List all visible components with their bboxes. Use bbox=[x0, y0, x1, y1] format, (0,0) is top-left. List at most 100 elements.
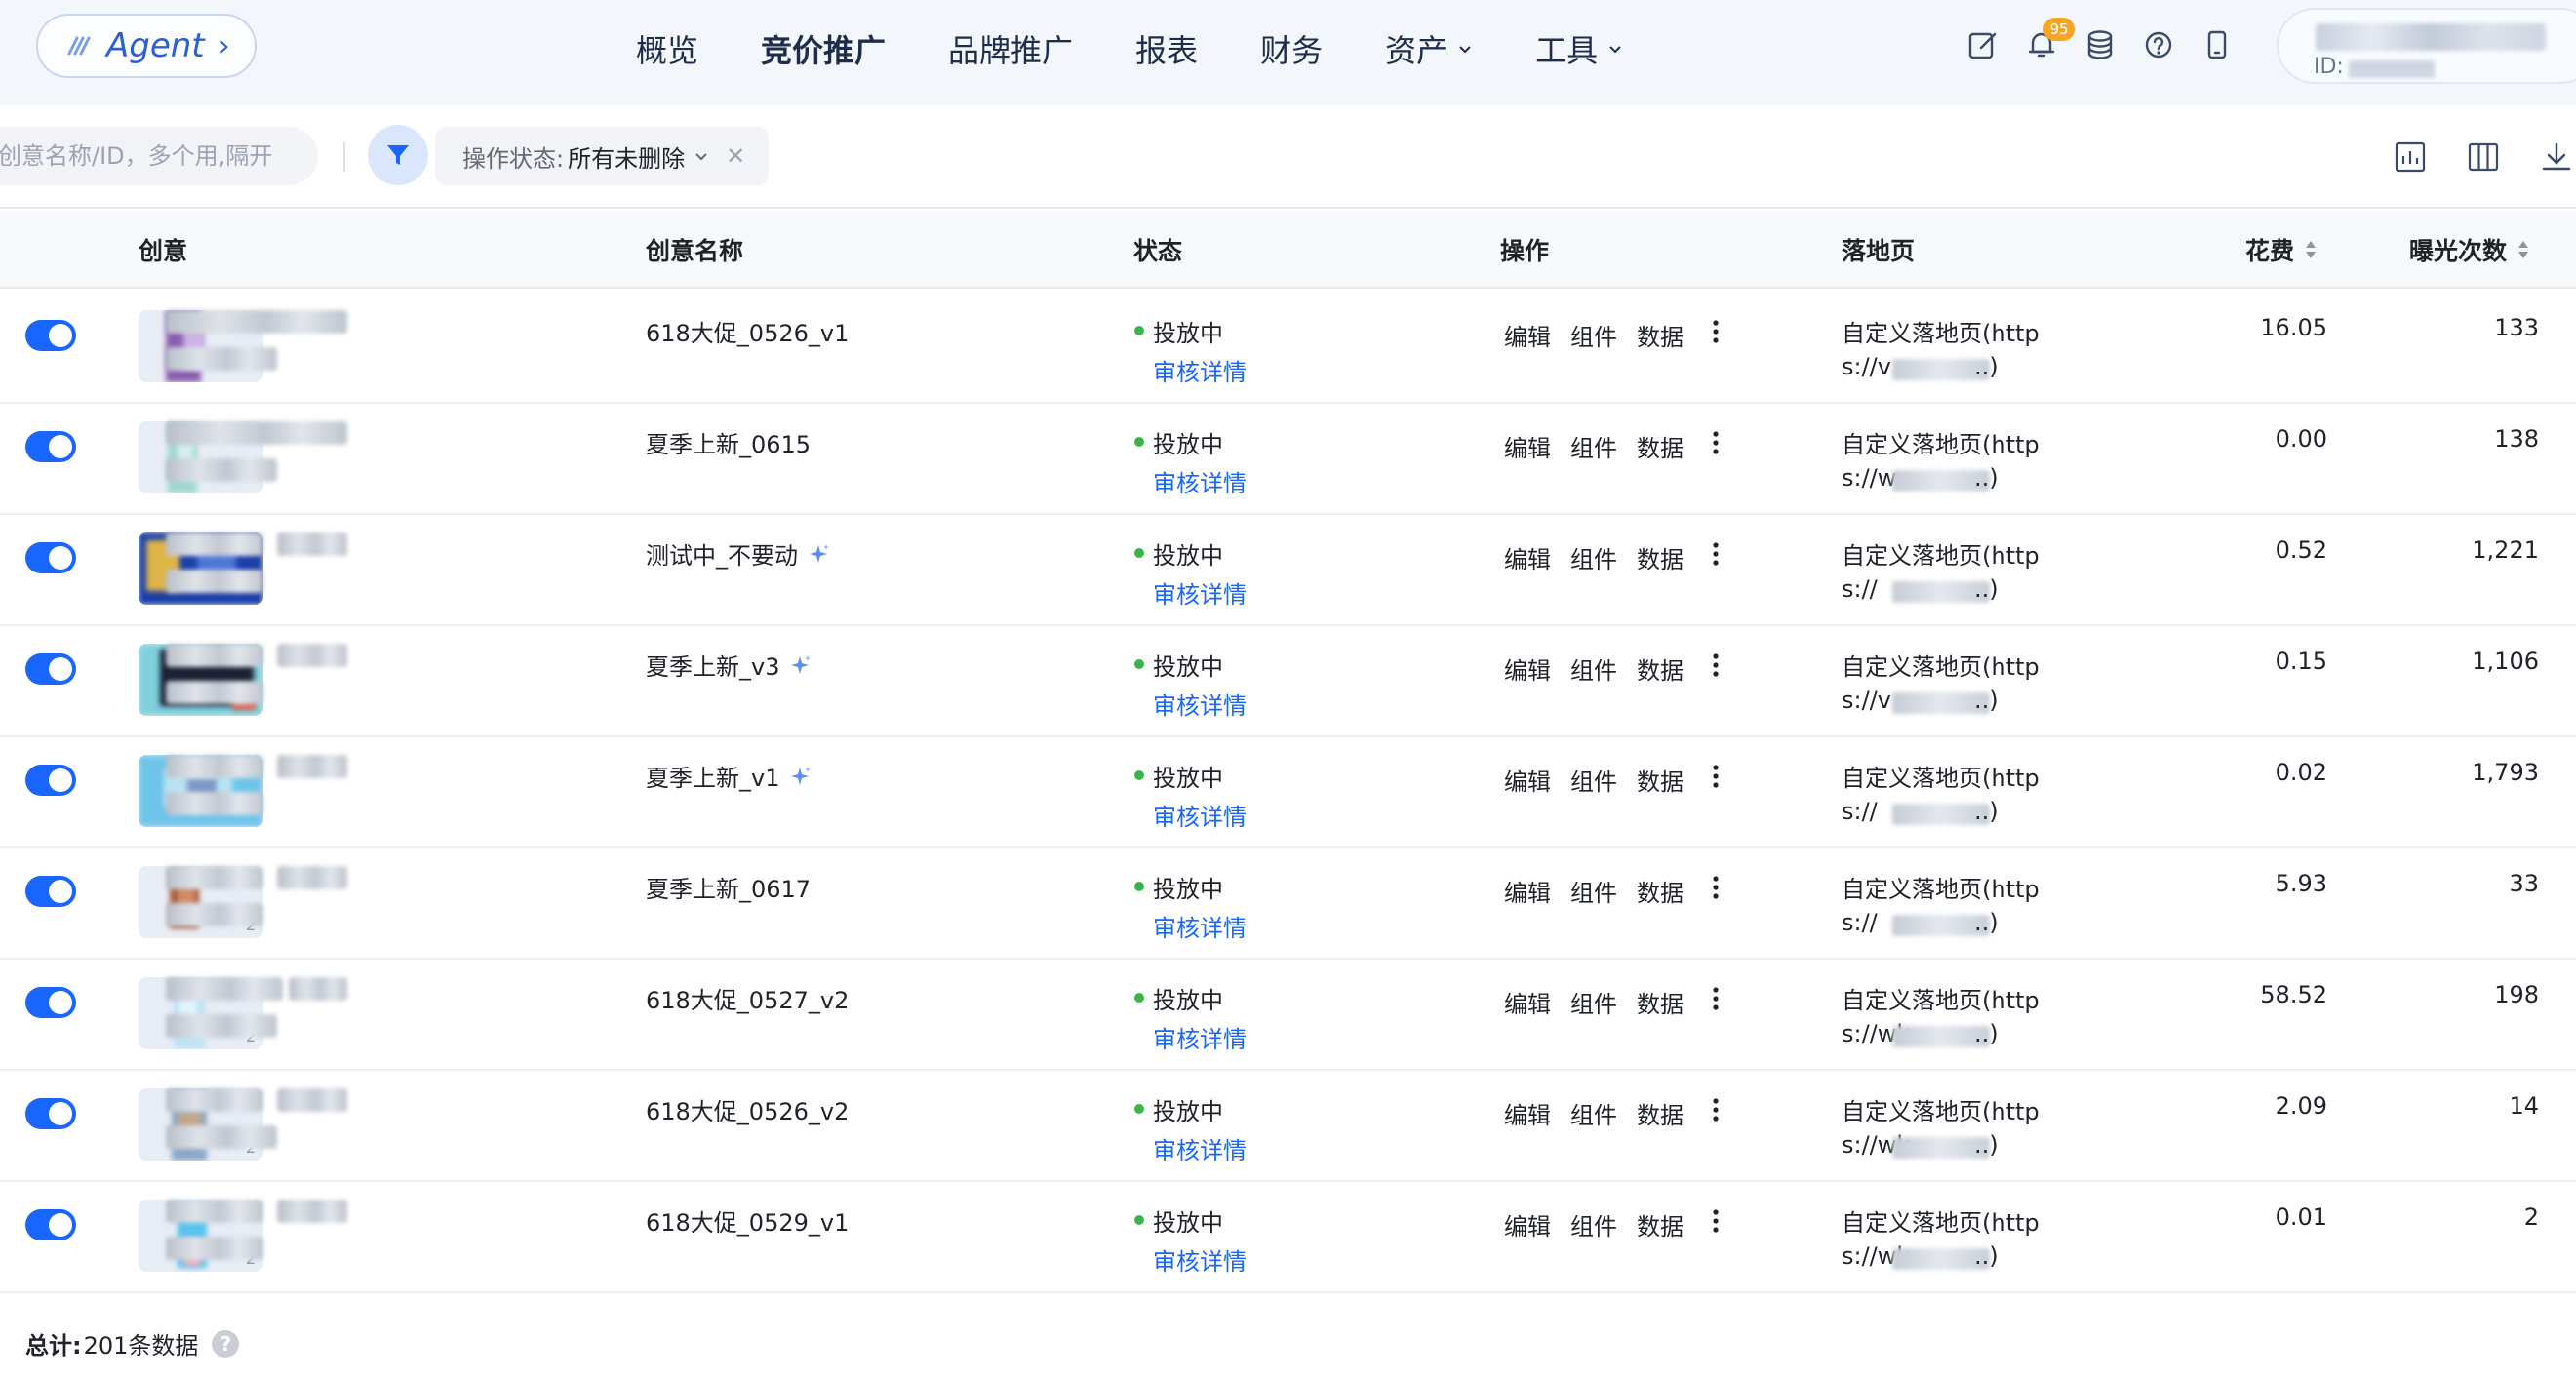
landing-page-url-prefix[interactable]: s://v bbox=[1842, 687, 1891, 714]
status-text: 投放中 bbox=[1153, 1209, 1223, 1237]
edit-link[interactable]: 编辑 bbox=[1504, 651, 1551, 686]
enable-toggle[interactable] bbox=[25, 987, 76, 1018]
nav-item[interactable]: 财务 bbox=[1260, 26, 1323, 71]
landing-page-line1[interactable]: 自定义落地页(http bbox=[1842, 759, 2040, 793]
more-vertical-icon[interactable] bbox=[1709, 983, 1723, 1014]
more-vertical-icon[interactable] bbox=[1709, 1094, 1723, 1125]
more-vertical-icon[interactable] bbox=[1709, 872, 1723, 903]
enable-toggle[interactable] bbox=[25, 653, 76, 685]
cost-value: 0.52 bbox=[2275, 536, 2327, 564]
col-cost[interactable]: 花费 bbox=[2245, 232, 2318, 267]
landing-page-line1[interactable]: 自定义落地页(http bbox=[1842, 314, 2040, 348]
creative-name: 夏季上新_v1 bbox=[646, 759, 812, 793]
notification-button[interactable]: 95 bbox=[2024, 18, 2075, 62]
search-input[interactable] bbox=[0, 127, 318, 185]
review-details-link[interactable]: 审核详情 bbox=[1153, 798, 1247, 832]
mobile-icon[interactable] bbox=[2200, 27, 2235, 62]
data-link[interactable]: 数据 bbox=[1637, 318, 1684, 352]
edit-icon[interactable] bbox=[1965, 27, 2001, 62]
review-details-link[interactable]: 审核详情 bbox=[1153, 464, 1247, 498]
total-label: 总计: bbox=[25, 1332, 82, 1359]
component-link[interactable]: 组件 bbox=[1570, 1096, 1617, 1130]
agent-button[interactable]: Agent › bbox=[36, 14, 257, 78]
component-link[interactable]: 组件 bbox=[1570, 763, 1617, 797]
landing-page-line1[interactable]: 自定义落地页(http bbox=[1842, 648, 2040, 682]
creative-title-blurred bbox=[166, 681, 263, 704]
database-icon[interactable] bbox=[2082, 27, 2118, 62]
enable-toggle[interactable] bbox=[25, 876, 76, 907]
filter-button[interactable] bbox=[368, 125, 428, 185]
edit-link[interactable]: 编辑 bbox=[1504, 1207, 1551, 1241]
edit-link[interactable]: 编辑 bbox=[1504, 318, 1551, 352]
review-details-link[interactable]: 审核详情 bbox=[1153, 1242, 1247, 1277]
nav-item[interactable]: 品牌推广 bbox=[948, 26, 1073, 71]
landing-page-line1[interactable]: 自定义落地页(http bbox=[1842, 1092, 2040, 1126]
review-details-link[interactable]: 审核详情 bbox=[1153, 353, 1247, 387]
component-link[interactable]: 组件 bbox=[1570, 874, 1617, 908]
component-link[interactable]: 组件 bbox=[1570, 651, 1617, 686]
more-vertical-icon[interactable] bbox=[1709, 761, 1723, 792]
review-details-link[interactable]: 审核详情 bbox=[1153, 1131, 1247, 1165]
landing-page-line1[interactable]: 自定义落地页(http bbox=[1842, 536, 2040, 571]
landing-page-line1[interactable]: 自定义落地页(http bbox=[1842, 981, 2040, 1015]
nav-item[interactable]: 工具 bbox=[1535, 26, 1623, 71]
edit-link[interactable]: 编辑 bbox=[1504, 1096, 1551, 1130]
nav-item[interactable]: 报表 bbox=[1135, 26, 1198, 71]
download-icon[interactable] bbox=[2540, 140, 2573, 174]
review-details-link[interactable]: 审核详情 bbox=[1153, 687, 1247, 721]
landing-page-url-prefix[interactable]: s://w bbox=[1842, 464, 1896, 492]
nav-item[interactable]: 竞价推广 bbox=[761, 26, 886, 71]
enable-toggle[interactable] bbox=[25, 431, 76, 462]
edit-link[interactable]: 编辑 bbox=[1504, 540, 1551, 574]
col-status: 状态 bbox=[1133, 237, 1183, 265]
data-link[interactable]: 数据 bbox=[1637, 1207, 1684, 1241]
component-link[interactable]: 组件 bbox=[1570, 429, 1617, 463]
landing-page-line1[interactable]: 自定义落地页(http bbox=[1842, 425, 2040, 459]
landing-page-line1[interactable]: 自定义落地页(http bbox=[1842, 1203, 2040, 1238]
review-details-link[interactable]: 审核详情 bbox=[1153, 1020, 1247, 1054]
help-icon[interactable]: ? bbox=[212, 1329, 240, 1358]
landing-page-url-prefix[interactable]: s:// bbox=[1842, 575, 1878, 603]
review-details-link[interactable]: 审核详情 bbox=[1153, 909, 1247, 943]
col-impressions[interactable]: 曝光次数 bbox=[2409, 232, 2530, 267]
component-link[interactable]: 组件 bbox=[1570, 318, 1617, 352]
review-details-link[interactable]: 审核详情 bbox=[1153, 575, 1247, 610]
nav-item[interactable]: 资产 bbox=[1385, 26, 1473, 71]
more-vertical-icon[interactable] bbox=[1709, 650, 1723, 681]
edit-link[interactable]: 编辑 bbox=[1504, 985, 1551, 1019]
data-link[interactable]: 数据 bbox=[1637, 651, 1684, 686]
status-filter-chip[interactable]: 操作状态: 所有未删除 ✕ bbox=[435, 127, 770, 185]
columns-icon[interactable] bbox=[2467, 140, 2500, 174]
enable-toggle[interactable] bbox=[25, 765, 76, 796]
edit-link[interactable]: 编辑 bbox=[1504, 874, 1551, 908]
data-link[interactable]: 数据 bbox=[1637, 1096, 1684, 1130]
close-icon[interactable]: ✕ bbox=[726, 142, 745, 170]
creative-name: 618大促_0526_v2 bbox=[646, 1092, 849, 1126]
more-vertical-icon[interactable] bbox=[1709, 316, 1723, 347]
enable-toggle[interactable] bbox=[25, 1098, 76, 1129]
data-link[interactable]: 数据 bbox=[1637, 985, 1684, 1019]
more-vertical-icon[interactable] bbox=[1709, 427, 1723, 458]
component-link[interactable]: 组件 bbox=[1570, 540, 1617, 574]
component-link[interactable]: 组件 bbox=[1570, 1207, 1617, 1241]
data-link[interactable]: 数据 bbox=[1637, 429, 1684, 463]
data-link[interactable]: 数据 bbox=[1637, 874, 1684, 908]
help-icon[interactable] bbox=[2141, 27, 2176, 62]
data-link[interactable]: 数据 bbox=[1637, 763, 1684, 797]
edit-link[interactable]: 编辑 bbox=[1504, 763, 1551, 797]
nav-item[interactable]: 概览 bbox=[636, 26, 698, 71]
landing-page-url-prefix[interactable]: s:// bbox=[1842, 798, 1878, 825]
edit-link[interactable]: 编辑 bbox=[1504, 429, 1551, 463]
landing-page-line1[interactable]: 自定义落地页(http bbox=[1842, 870, 2040, 904]
chart-icon[interactable] bbox=[2394, 140, 2427, 174]
enable-toggle[interactable] bbox=[25, 320, 76, 351]
more-vertical-icon[interactable] bbox=[1709, 1205, 1723, 1237]
component-link[interactable]: 组件 bbox=[1570, 985, 1617, 1019]
landing-page-url-prefix[interactable]: s://v bbox=[1842, 353, 1891, 380]
data-link[interactable]: 数据 bbox=[1637, 540, 1684, 574]
account-switcher[interactable]: ID: bbox=[2277, 8, 2576, 84]
enable-toggle[interactable] bbox=[25, 542, 76, 573]
landing-page-url-prefix[interactable]: s:// bbox=[1842, 909, 1878, 936]
enable-toggle[interactable] bbox=[25, 1209, 76, 1240]
more-vertical-icon[interactable] bbox=[1709, 538, 1723, 570]
